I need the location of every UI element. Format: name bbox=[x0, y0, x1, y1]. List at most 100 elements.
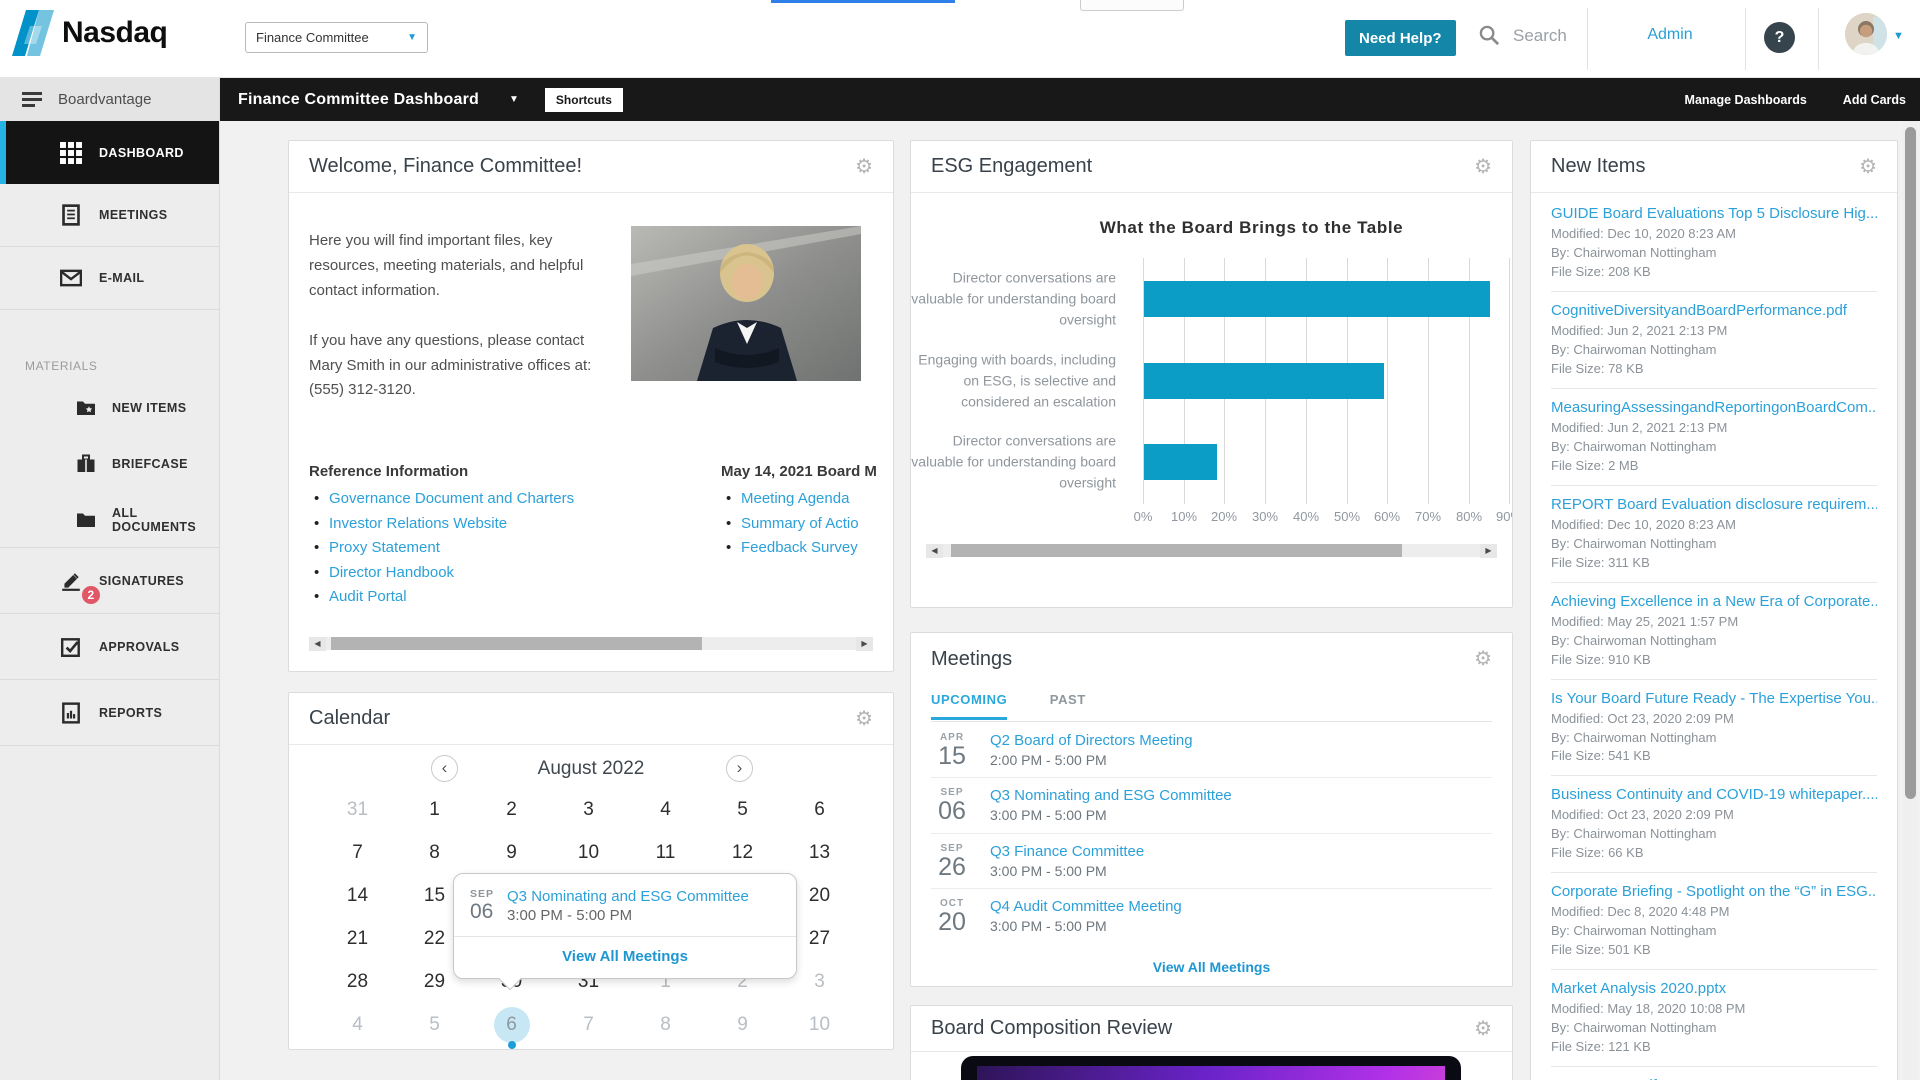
meeting-title-link[interactable]: Q3 Nominating and ESG Committee bbox=[990, 787, 1232, 804]
calendar-day[interactable]: 7 bbox=[550, 1003, 627, 1046]
file-name-link[interactable]: REPORT Board Evaluation disclosure requi… bbox=[1551, 496, 1877, 513]
file-name-link[interactable]: GUIDE Board Evaluations Top 5 Disclosure… bbox=[1551, 205, 1877, 222]
reference-link[interactable]: Audit Portal bbox=[329, 588, 407, 605]
file-name-link[interactable]: Corporate Briefing - Spotlight on the “G… bbox=[1551, 883, 1877, 900]
admin-link[interactable]: Admin bbox=[1628, 26, 1712, 44]
help-button[interactable]: ? bbox=[1764, 22, 1795, 53]
reference-link[interactable]: Investor Relations Website bbox=[329, 515, 507, 532]
scrollbar-track[interactable] bbox=[943, 544, 1480, 557]
calendar-day[interactable]: 6 bbox=[473, 1003, 550, 1046]
calendar-day[interactable]: 3 bbox=[550, 788, 627, 831]
calendar-day[interactable]: 28 bbox=[319, 960, 396, 1003]
sidebar-item-meetings[interactable]: MEETINGS bbox=[0, 184, 219, 247]
sidebar-item-all-documents[interactable]: ALL DOCUMENTS bbox=[0, 492, 219, 548]
meeting-list-item[interactable]: APR 15 Q2 Board of Directors Meeting 2:0… bbox=[931, 723, 1492, 778]
file-size: File Size: 2 MB bbox=[1551, 457, 1877, 476]
tab-past[interactable]: PAST bbox=[1050, 692, 1086, 717]
menu-icon[interactable] bbox=[22, 89, 42, 111]
calendar-day[interactable]: 8 bbox=[627, 1003, 704, 1046]
calendar-day[interactable]: 1 bbox=[396, 788, 473, 831]
file-name-link[interactable]: Is Your Board Future Ready - The Experti… bbox=[1551, 690, 1877, 707]
shortcuts-button[interactable]: Shortcuts bbox=[545, 88, 623, 112]
board-meeting-links: Meeting Agenda Summary of Actio Feedback S… bbox=[721, 487, 894, 561]
scrollbar-track[interactable] bbox=[326, 637, 856, 650]
avatar-dropdown-icon[interactable]: ▼ bbox=[1893, 30, 1904, 42]
gear-icon[interactable]: ⚙ bbox=[1859, 157, 1877, 177]
meeting-title-link[interactable]: Q4 Audit Committee Meeting bbox=[990, 898, 1182, 915]
file-list-item: Is Your Board Future Ready - The Experti… bbox=[1551, 680, 1877, 777]
page-scrollbar[interactable] bbox=[1903, 121, 1917, 1080]
need-help-button[interactable]: Need Help? bbox=[1345, 20, 1456, 56]
file-name-link[interactable]: Business Continuity and COVID-19 whitepa… bbox=[1551, 786, 1877, 803]
sidebar-item-approvals[interactable]: APPROVALS bbox=[0, 614, 219, 680]
brand-wordmark: Nasdaq bbox=[62, 16, 167, 50]
meeting-list-item[interactable]: SEP 26 Q3 Finance Committee 3:00 PM - 5:… bbox=[931, 834, 1492, 889]
add-cards-link[interactable]: Add Cards bbox=[1843, 93, 1906, 107]
chart-x-tick-label: 30% bbox=[1243, 509, 1287, 524]
meeting-day: 15 bbox=[931, 743, 973, 769]
calendar-next-icon[interactable]: › bbox=[726, 755, 753, 782]
committee-selector[interactable]: Finance Committee ▼ bbox=[245, 22, 428, 53]
calendar-day[interactable]: 5 bbox=[396, 1003, 473, 1046]
calendar-day[interactable]: 2 bbox=[473, 788, 550, 831]
sidebar-item-reports[interactable]: REPORTS bbox=[0, 680, 219, 746]
calendar-day[interactable]: 9 bbox=[473, 831, 550, 874]
calendar-day[interactable]: 21 bbox=[319, 917, 396, 960]
sidebar-item-email[interactable]: E-MAIL bbox=[0, 247, 219, 310]
gear-icon[interactable]: ⚙ bbox=[1474, 649, 1492, 669]
meeting-link[interactable]: Summary of Actio bbox=[741, 515, 859, 532]
meeting-title-link[interactable]: Q3 Finance Committee bbox=[990, 843, 1144, 860]
user-avatar[interactable] bbox=[1845, 13, 1887, 55]
dashboard-title[interactable]: Finance Committee Dashboard bbox=[238, 91, 479, 109]
reference-link[interactable]: Governance Document and Charters bbox=[329, 490, 574, 507]
meeting-list-item[interactable]: SEP 06 Q3 Nominating and ESG Committee 3… bbox=[931, 778, 1492, 833]
sidebar-item-signatures[interactable]: SIGNATURES 2 bbox=[0, 548, 219, 614]
calendar-day[interactable]: 11 bbox=[627, 831, 704, 874]
calendar-day[interactable]: 14 bbox=[319, 874, 396, 917]
scrollbar-thumb[interactable] bbox=[951, 544, 1402, 557]
meeting-title-link[interactable]: Q2 Board of Directors Meeting bbox=[990, 732, 1193, 749]
scrollbar-thumb[interactable] bbox=[331, 637, 702, 650]
file-name-link[interactable]: MeasuringAssessingandReportingonBoardCom… bbox=[1551, 399, 1877, 416]
view-all-meetings-link[interactable]: View All Meetings bbox=[911, 959, 1512, 975]
scroll-left-icon[interactable]: ◀ bbox=[926, 544, 943, 558]
reference-link[interactable]: Proxy Statement bbox=[329, 539, 440, 556]
calendar-day[interactable]: 4 bbox=[627, 788, 704, 831]
sidebar-item-new-items[interactable]: NEW ITEMS bbox=[0, 380, 219, 436]
sidebar-item-briefcase[interactable]: BRIEFCASE bbox=[0, 436, 219, 492]
calendar-day[interactable]: 7 bbox=[319, 831, 396, 874]
gear-icon[interactable]: ⚙ bbox=[855, 709, 873, 729]
reference-link[interactable]: Director Handbook bbox=[329, 564, 454, 581]
calendar-day[interactable]: 10 bbox=[781, 1003, 858, 1046]
calendar-day[interactable]: 9 bbox=[704, 1003, 781, 1046]
file-name-link[interactable]: Market Analysis 2020.pptx bbox=[1551, 980, 1877, 997]
file-name-link[interactable]: CognitiveDiversityandBoardPerformance.pd… bbox=[1551, 302, 1877, 319]
meeting-list-item[interactable]: OCT 20 Q4 Audit Committee Meeting 3:00 P… bbox=[931, 889, 1492, 943]
meeting-link[interactable]: Feedback Survey bbox=[741, 539, 858, 556]
calendar-day[interactable]: 12 bbox=[704, 831, 781, 874]
search-input[interactable]: Search bbox=[1478, 24, 1567, 47]
nasdaq-logo[interactable]: Nasdaq bbox=[12, 10, 167, 56]
dashboard-title-chevron-icon[interactable]: ▼ bbox=[509, 94, 519, 105]
calendar-day[interactable]: 13 bbox=[781, 831, 858, 874]
sidebar-item-dashboard[interactable]: DASHBOARD bbox=[0, 121, 219, 184]
tooltip-meeting-link[interactable]: Q3 Nominating and ESG Committee bbox=[507, 888, 749, 905]
gear-icon[interactable]: ⚙ bbox=[1474, 157, 1492, 177]
scroll-right-icon[interactable]: ▶ bbox=[1480, 544, 1497, 558]
tab-upcoming[interactable]: UPCOMING bbox=[931, 692, 1007, 720]
report-chart-icon bbox=[60, 702, 82, 724]
manage-dashboards-link[interactable]: Manage Dashboards bbox=[1685, 93, 1807, 107]
calendar-day[interactable]: 8 bbox=[396, 831, 473, 874]
gear-icon[interactable]: ⚙ bbox=[1474, 1019, 1492, 1039]
scroll-right-icon[interactable]: ▶ bbox=[856, 637, 873, 651]
calendar-day[interactable]: 6 bbox=[781, 788, 858, 831]
gear-icon[interactable]: ⚙ bbox=[855, 157, 873, 177]
scrollbar-thumb[interactable] bbox=[1905, 127, 1916, 799]
file-name-link[interactable]: Achieving Excellence in a New Era of Cor… bbox=[1551, 593, 1877, 610]
calendar-day[interactable]: 4 bbox=[319, 1003, 396, 1046]
calendar-day[interactable]: 10 bbox=[550, 831, 627, 874]
calendar-day[interactable]: 5 bbox=[704, 788, 781, 831]
meeting-link[interactable]: Meeting Agenda bbox=[741, 490, 849, 507]
calendar-day[interactable]: 31 bbox=[319, 788, 396, 831]
scroll-left-icon[interactable]: ◀ bbox=[309, 637, 326, 651]
